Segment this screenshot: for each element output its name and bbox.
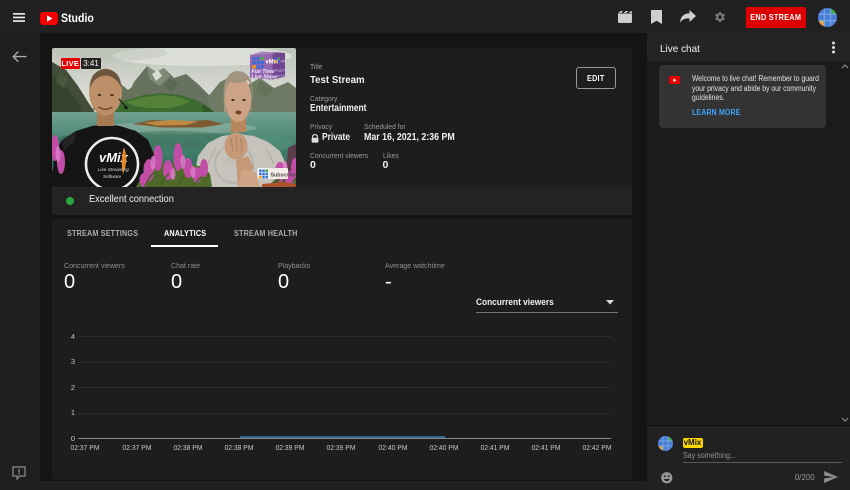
svg-text:Software: Software [103, 174, 122, 179]
svg-text:LivSh: LivSh [275, 74, 287, 79]
svg-text:Live Streaming: Live Streaming [98, 167, 129, 172]
svg-text:FunTm: FunTm [275, 68, 289, 73]
svg-text:Subscribe: Subscribe [271, 172, 297, 178]
svg-text:vM: vM [281, 59, 287, 64]
